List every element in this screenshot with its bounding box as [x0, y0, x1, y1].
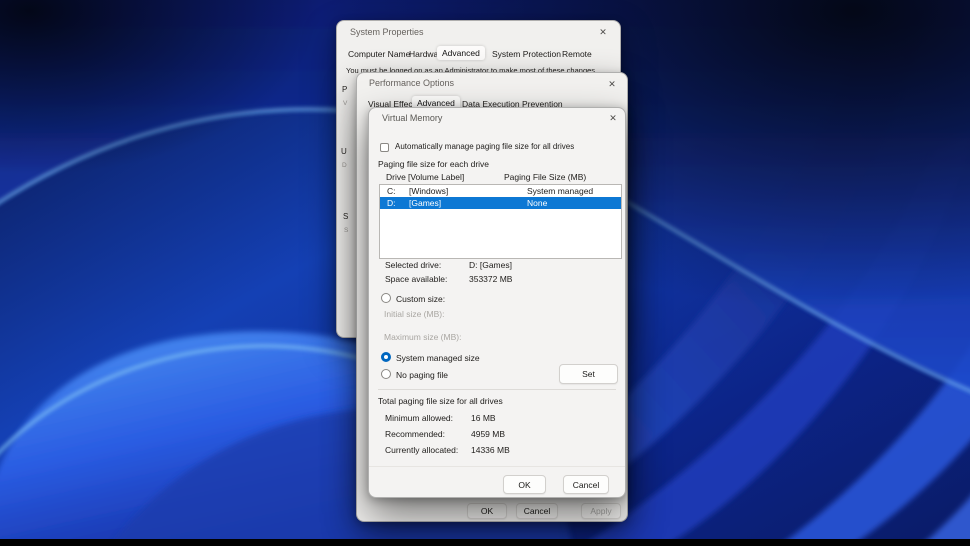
ok-button[interactable]: OK [503, 475, 546, 494]
total-section-label: Total paging file size for all drives [378, 396, 503, 406]
divider [378, 389, 616, 390]
letterbox-bar [0, 539, 970, 546]
desktop: System Properties ✕ Computer Name Hardwa… [0, 0, 970, 546]
performance-options-title: Performance Options [369, 78, 454, 88]
space-available-value: 353372 MB [469, 274, 512, 284]
tab-remote[interactable]: Remote [557, 47, 597, 61]
paging-section-label: Paging file size for each drive [378, 159, 489, 169]
currently-allocated-label: Currently allocated: [385, 445, 458, 455]
user-profiles-subtext-fragment: D [342, 162, 347, 169]
no-paging-file-radio[interactable] [381, 369, 391, 379]
custom-size-label: Custom size: [396, 294, 445, 304]
user-profiles-section-fragment: U [341, 147, 347, 156]
performance-section-fragment: P [342, 85, 347, 94]
performance-subtext-fragment: V [343, 100, 347, 107]
startup-section-fragment: S [343, 212, 348, 221]
tab-advanced[interactable]: Advanced [437, 46, 485, 60]
drive-column-header: Drive [386, 172, 406, 182]
apply-button: Apply [581, 503, 621, 519]
minimum-allowed-label: Minimum allowed: [385, 413, 453, 423]
drive-row-c[interactable]: C: [Windows] System managed [380, 185, 621, 197]
cancel-button[interactable]: Cancel [563, 475, 609, 494]
maximum-size-label: Maximum size (MB): [384, 332, 461, 342]
no-paging-file-label: No paging file [396, 370, 448, 380]
startup-subtext-fragment: S [344, 227, 348, 234]
footer-divider [369, 466, 625, 467]
close-icon[interactable]: ✕ [606, 78, 618, 90]
recommended-value: 4959 MB [471, 429, 505, 439]
size-column-header: Paging File Size (MB) [504, 172, 586, 182]
ok-button[interactable]: OK [467, 503, 507, 519]
initial-size-label: Initial size (MB): [384, 309, 444, 319]
system-managed-radio[interactable] [381, 352, 391, 362]
virtual-memory-title: Virtual Memory [382, 113, 442, 123]
drive-row-d-selected[interactable]: D: [Games] None [380, 197, 621, 209]
system-properties-title: System Properties [350, 27, 424, 37]
cancel-button[interactable]: Cancel [516, 503, 558, 519]
close-icon[interactable]: ✕ [607, 112, 619, 124]
tab-system-protection[interactable]: System Protection [487, 47, 566, 61]
recommended-label: Recommended: [385, 429, 445, 439]
minimum-allowed-value: 16 MB [471, 413, 496, 423]
virtual-memory-dialog: Virtual Memory ✕ Automatically manage pa… [368, 107, 626, 498]
system-managed-label: System managed size [396, 353, 480, 363]
selected-drive-value: D: [Games] [469, 260, 512, 270]
selected-drive-label: Selected drive: [385, 260, 441, 270]
space-available-label: Space available: [385, 274, 447, 284]
currently-allocated-value: 14336 MB [471, 445, 510, 455]
volume-column-header: [Volume Label] [408, 172, 464, 182]
drive-listbox[interactable]: C: [Windows] System managed D: [Games] N… [379, 184, 622, 259]
close-icon[interactable]: ✕ [597, 26, 609, 38]
set-button[interactable]: Set [559, 364, 618, 384]
auto-manage-label: Automatically manage paging file size fo… [395, 142, 574, 151]
auto-manage-checkbox[interactable] [380, 143, 389, 152]
custom-size-radio[interactable] [381, 293, 391, 303]
